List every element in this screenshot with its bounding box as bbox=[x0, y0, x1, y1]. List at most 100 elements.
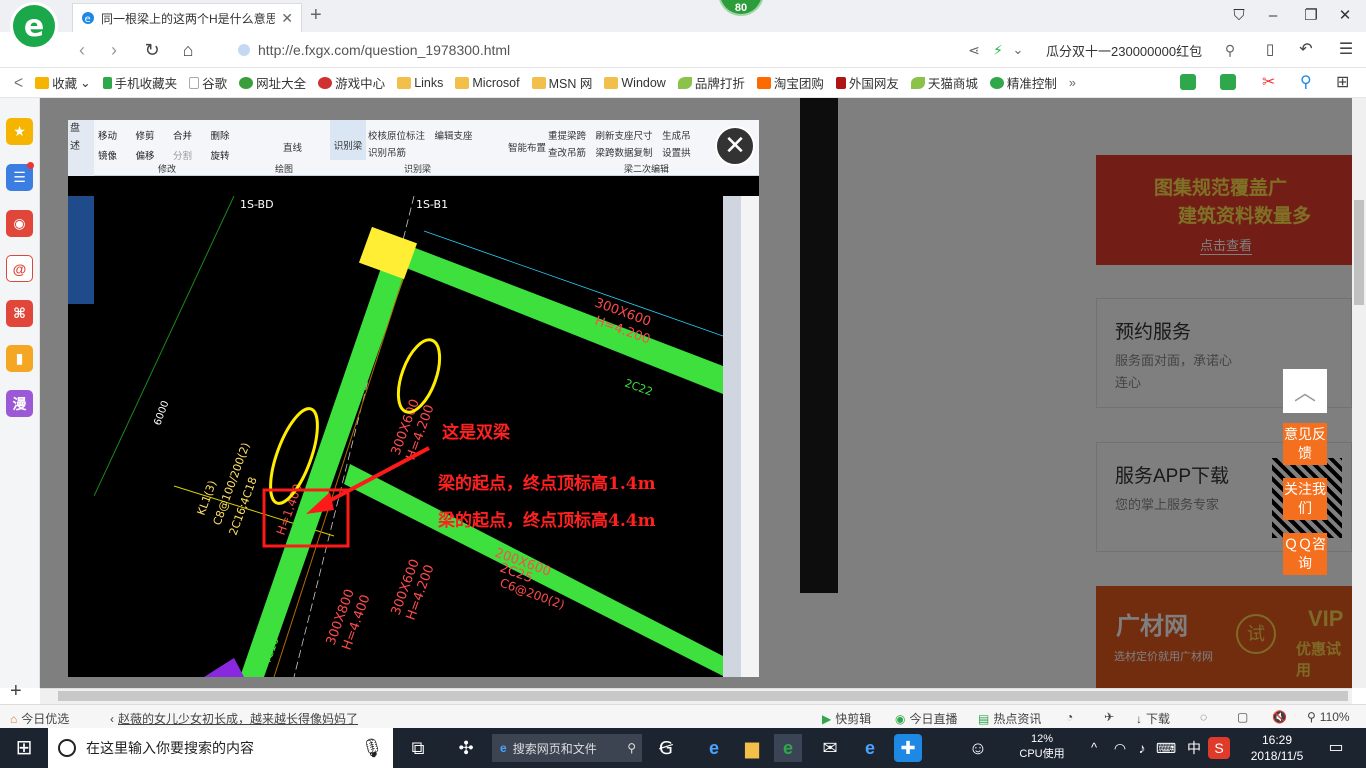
plus-app-icon[interactable]: ✚ bbox=[894, 734, 922, 762]
undo-icon[interactable]: ↶ bbox=[1294, 38, 1318, 62]
back-to-top-button[interactable]: ︿ bbox=[1283, 369, 1327, 413]
phone-icon[interactable]: ▯ bbox=[1258, 38, 1282, 62]
bookmark-item[interactable]: 品牌打折 bbox=[672, 73, 751, 92]
keyboard-icon[interactable]: ⌨ bbox=[1152, 734, 1180, 762]
edge-icon[interactable]: e bbox=[856, 734, 884, 762]
zoom-control[interactable]: ⚲ 110% bbox=[1307, 710, 1350, 724]
share-icon[interactable]: ⋖ bbox=[962, 38, 986, 62]
today-live[interactable]: ◉ 今日直播 bbox=[895, 710, 958, 727]
bookmark-item[interactable]: 手机收藏夹 bbox=[97, 73, 184, 92]
cleanup-icon[interactable]: ◌ bbox=[1200, 710, 1207, 724]
scrollbar-thumb[interactable] bbox=[1354, 200, 1364, 305]
qq-consult-button[interactable]: ＱＱ咨询 bbox=[1283, 533, 1327, 575]
copy-span-data-tool[interactable]: 梁跨数据复制 bbox=[596, 148, 653, 159]
taskbar-search-box[interactable]: 在这里输入你要搜索的内容 bbox=[48, 728, 393, 768]
comic-icon[interactable]: 漫 bbox=[6, 390, 33, 417]
news-ticker[interactable]: ‹ 赵薇的女儿少女初长成，越来越长得像妈妈了 bbox=[110, 710, 358, 727]
browser-tab[interactable]: e 同一根梁上的这两个H是什么意思 ✕ bbox=[72, 3, 302, 32]
offset-tool[interactable]: 偏移 bbox=[136, 148, 174, 162]
microphone-icon[interactable]: 🎙 bbox=[358, 734, 386, 762]
browser-taskbar-icon[interactable]: e bbox=[774, 734, 802, 762]
game-controller-icon[interactable]: ⌘ bbox=[6, 300, 33, 327]
chevron-down-icon[interactable]: ⌄ bbox=[1006, 38, 1030, 62]
extract-span-tool[interactable]: 重提梁跨 bbox=[548, 131, 586, 142]
apps-grid-icon[interactable]: ⊞ bbox=[1336, 72, 1349, 92]
set-arch-tool[interactable]: 设置拱 bbox=[662, 148, 691, 159]
translate-icon[interactable] bbox=[1220, 74, 1236, 90]
scissors-icon[interactable]: ✂ bbox=[1262, 72, 1275, 92]
bookmark-item[interactable]: 谷歌 bbox=[183, 73, 233, 92]
add-sidebar-icon[interactable]: + bbox=[10, 680, 22, 703]
merge-tool[interactable]: 合并 bbox=[173, 128, 211, 142]
back-icon[interactable]: ‹ bbox=[70, 38, 94, 62]
bookmark-item[interactable]: MSN 网 bbox=[526, 73, 599, 92]
search-icon[interactable]: ⚲ bbox=[1218, 38, 1242, 62]
download-button[interactable]: ↓ 下载 bbox=[1136, 710, 1170, 727]
swirl-app-icon[interactable]: Ꞡ bbox=[652, 734, 680, 762]
bookmark-item[interactable]: 收藏 ⌄ bbox=[29, 73, 97, 92]
sogou-ime-icon[interactable]: S bbox=[1208, 737, 1230, 759]
bookmark-item[interactable]: 网址大全 bbox=[233, 73, 312, 92]
close-lightbox-button[interactable]: ✕ bbox=[715, 126, 755, 166]
follow-us-button[interactable]: 关注我们 bbox=[1283, 478, 1327, 520]
delete-tool[interactable]: 删除 bbox=[211, 128, 249, 142]
pin-icon[interactable]: ✈ bbox=[1104, 710, 1114, 724]
bookmark-item[interactable]: Window bbox=[598, 76, 671, 90]
favorites-star-icon[interactable]: ★ bbox=[6, 118, 33, 145]
today-picks[interactable]: ⌂ 今日优选 bbox=[10, 710, 69, 727]
ime-indicator[interactable]: 中 bbox=[1180, 734, 1208, 762]
chevron-up-icon[interactable]: ^ bbox=[1080, 734, 1108, 762]
windows-start-icon[interactable]: ⊞ bbox=[10, 734, 38, 762]
identify-hanger-tool[interactable]: 识别吊筋 bbox=[368, 148, 406, 159]
task-view-icon[interactable]: ⧉ bbox=[404, 734, 432, 762]
url-field[interactable]: http://e.fxgx.com/question_1978300.html bbox=[238, 36, 958, 64]
web-search-box[interactable]: e 搜索网页和文件 ⚲ bbox=[492, 734, 642, 762]
check-hanger-tool[interactable]: 查改吊筋 bbox=[548, 148, 586, 159]
edit-support-tool[interactable]: 编辑支座 bbox=[435, 131, 473, 142]
generate-tool[interactable]: 生成吊 bbox=[662, 131, 691, 142]
speed-icon[interactable]: ◔ bbox=[1066, 710, 1073, 724]
mirror-tool[interactable]: 镜像 bbox=[98, 148, 136, 162]
shirt-skin-icon[interactable]: ⛉ bbox=[1228, 5, 1250, 27]
book-icon[interactable]: ▮ bbox=[6, 345, 33, 372]
email-icon[interactable]: @ bbox=[6, 255, 33, 282]
mail-icon[interactable]: ✉ bbox=[816, 734, 844, 762]
shield-icon[interactable] bbox=[1180, 74, 1196, 90]
move-tool[interactable]: 移动 bbox=[98, 128, 136, 142]
rotate-tool[interactable]: 旋转 bbox=[211, 148, 249, 162]
bookmark-item[interactable]: Microsof bbox=[449, 76, 525, 90]
bookmark-item[interactable]: 游戏中心 bbox=[312, 73, 391, 92]
bookmark-item[interactable]: 天猫商城 bbox=[905, 73, 984, 92]
mute-icon[interactable]: 🔇 bbox=[1272, 710, 1287, 724]
more-bookmarks-icon[interactable]: » bbox=[1063, 76, 1082, 90]
split-tool[interactable]: 分割 bbox=[173, 148, 211, 162]
horizontal-scrollbar-thumb[interactable] bbox=[58, 691, 1348, 701]
vertical-scrollbar[interactable] bbox=[1352, 98, 1366, 688]
home-icon[interactable]: ⌂ bbox=[176, 38, 200, 62]
feedback-button[interactable]: 意见反馈 bbox=[1283, 423, 1327, 465]
weibo-icon[interactable]: ◉ bbox=[6, 210, 33, 237]
bookmark-item[interactable]: 淘宝团购 bbox=[751, 73, 830, 92]
minimize-icon[interactable]: – bbox=[1262, 5, 1284, 27]
file-explorer-icon[interactable]: ▆ bbox=[738, 734, 766, 762]
clock[interactable]: 16:29 2018/11/5 bbox=[1244, 732, 1310, 764]
browser-logo[interactable]: e bbox=[10, 2, 58, 50]
ie-icon[interactable]: e bbox=[700, 734, 728, 762]
new-tab-icon[interactable]: + bbox=[310, 4, 322, 27]
refresh-icon[interactable]: ↻ bbox=[140, 38, 164, 62]
refresh-support-tool[interactable]: 刷新支座尺寸 bbox=[596, 131, 653, 142]
cpu-monitor[interactable]: 12% CPU使用 bbox=[1012, 732, 1072, 762]
window-icon[interactable]: ▢ bbox=[1237, 710, 1248, 724]
pinwheel-icon[interactable]: ✣ bbox=[452, 734, 480, 762]
people-icon[interactable]: ☺ bbox=[964, 734, 992, 762]
notification-icon[interactable]: ▭ bbox=[1322, 734, 1350, 762]
close-tab-icon[interactable]: ✕ bbox=[281, 10, 293, 27]
bookmark-item[interactable]: 精准控制 bbox=[984, 73, 1063, 92]
restore-icon[interactable]: ❐ bbox=[1300, 5, 1322, 27]
bookmark-item[interactable]: Links bbox=[391, 76, 449, 90]
close-window-icon[interactable]: ✕ bbox=[1334, 5, 1356, 27]
menu-icon[interactable]: ☰ bbox=[1334, 38, 1358, 62]
quick-cut[interactable]: ▶ 快剪辑 bbox=[822, 710, 871, 727]
bookmark-item[interactable]: 外国网友 bbox=[830, 73, 905, 92]
magnifier-icon[interactable]: ⚲ bbox=[1300, 72, 1312, 92]
